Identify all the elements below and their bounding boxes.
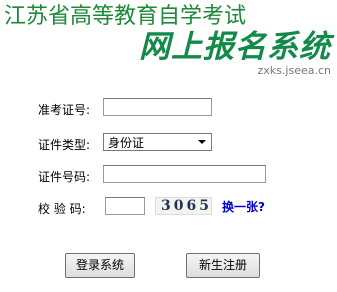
exam-id-row: 准考证号:: [0, 98, 337, 122]
id-type-row: 证件类型: 身份证: [0, 133, 337, 157]
id-type-label: 证件类型:: [38, 138, 91, 152]
id-type-select[interactable]: 身份证: [103, 133, 212, 151]
system-subtitle: 网上报名系统: [139, 29, 331, 65]
chevron-down-icon: [198, 140, 206, 144]
id-number-label: 证件号码:: [38, 170, 91, 184]
login-button[interactable]: 登录系统: [65, 253, 135, 278]
captcha-input[interactable]: [105, 197, 145, 215]
id-type-selected: 身份证: [108, 136, 145, 150]
register-button[interactable]: 新生注册: [186, 253, 260, 278]
domain-text: zxks.jseea.cn: [257, 64, 331, 77]
exam-id-label: 准考证号:: [38, 103, 91, 117]
captcha-code: 3065: [161, 198, 212, 214]
header: 江苏省高等教育自学考试 网上报名系统 zxks.jseea.cn: [0, 0, 337, 82]
captcha-image[interactable]: 3065: [155, 197, 212, 215]
captcha-label: 校 验 码:: [38, 202, 86, 216]
refresh-captcha-link[interactable]: 换一张?: [222, 200, 265, 214]
exam-id-input[interactable]: [103, 98, 212, 116]
captcha-row: 校 验 码: 3065 换一张?: [0, 197, 337, 221]
page-title: 江苏省高等教育自学考试: [4, 4, 247, 29]
id-number-row: 证件号码:: [0, 165, 337, 189]
id-number-input[interactable]: [103, 165, 266, 183]
